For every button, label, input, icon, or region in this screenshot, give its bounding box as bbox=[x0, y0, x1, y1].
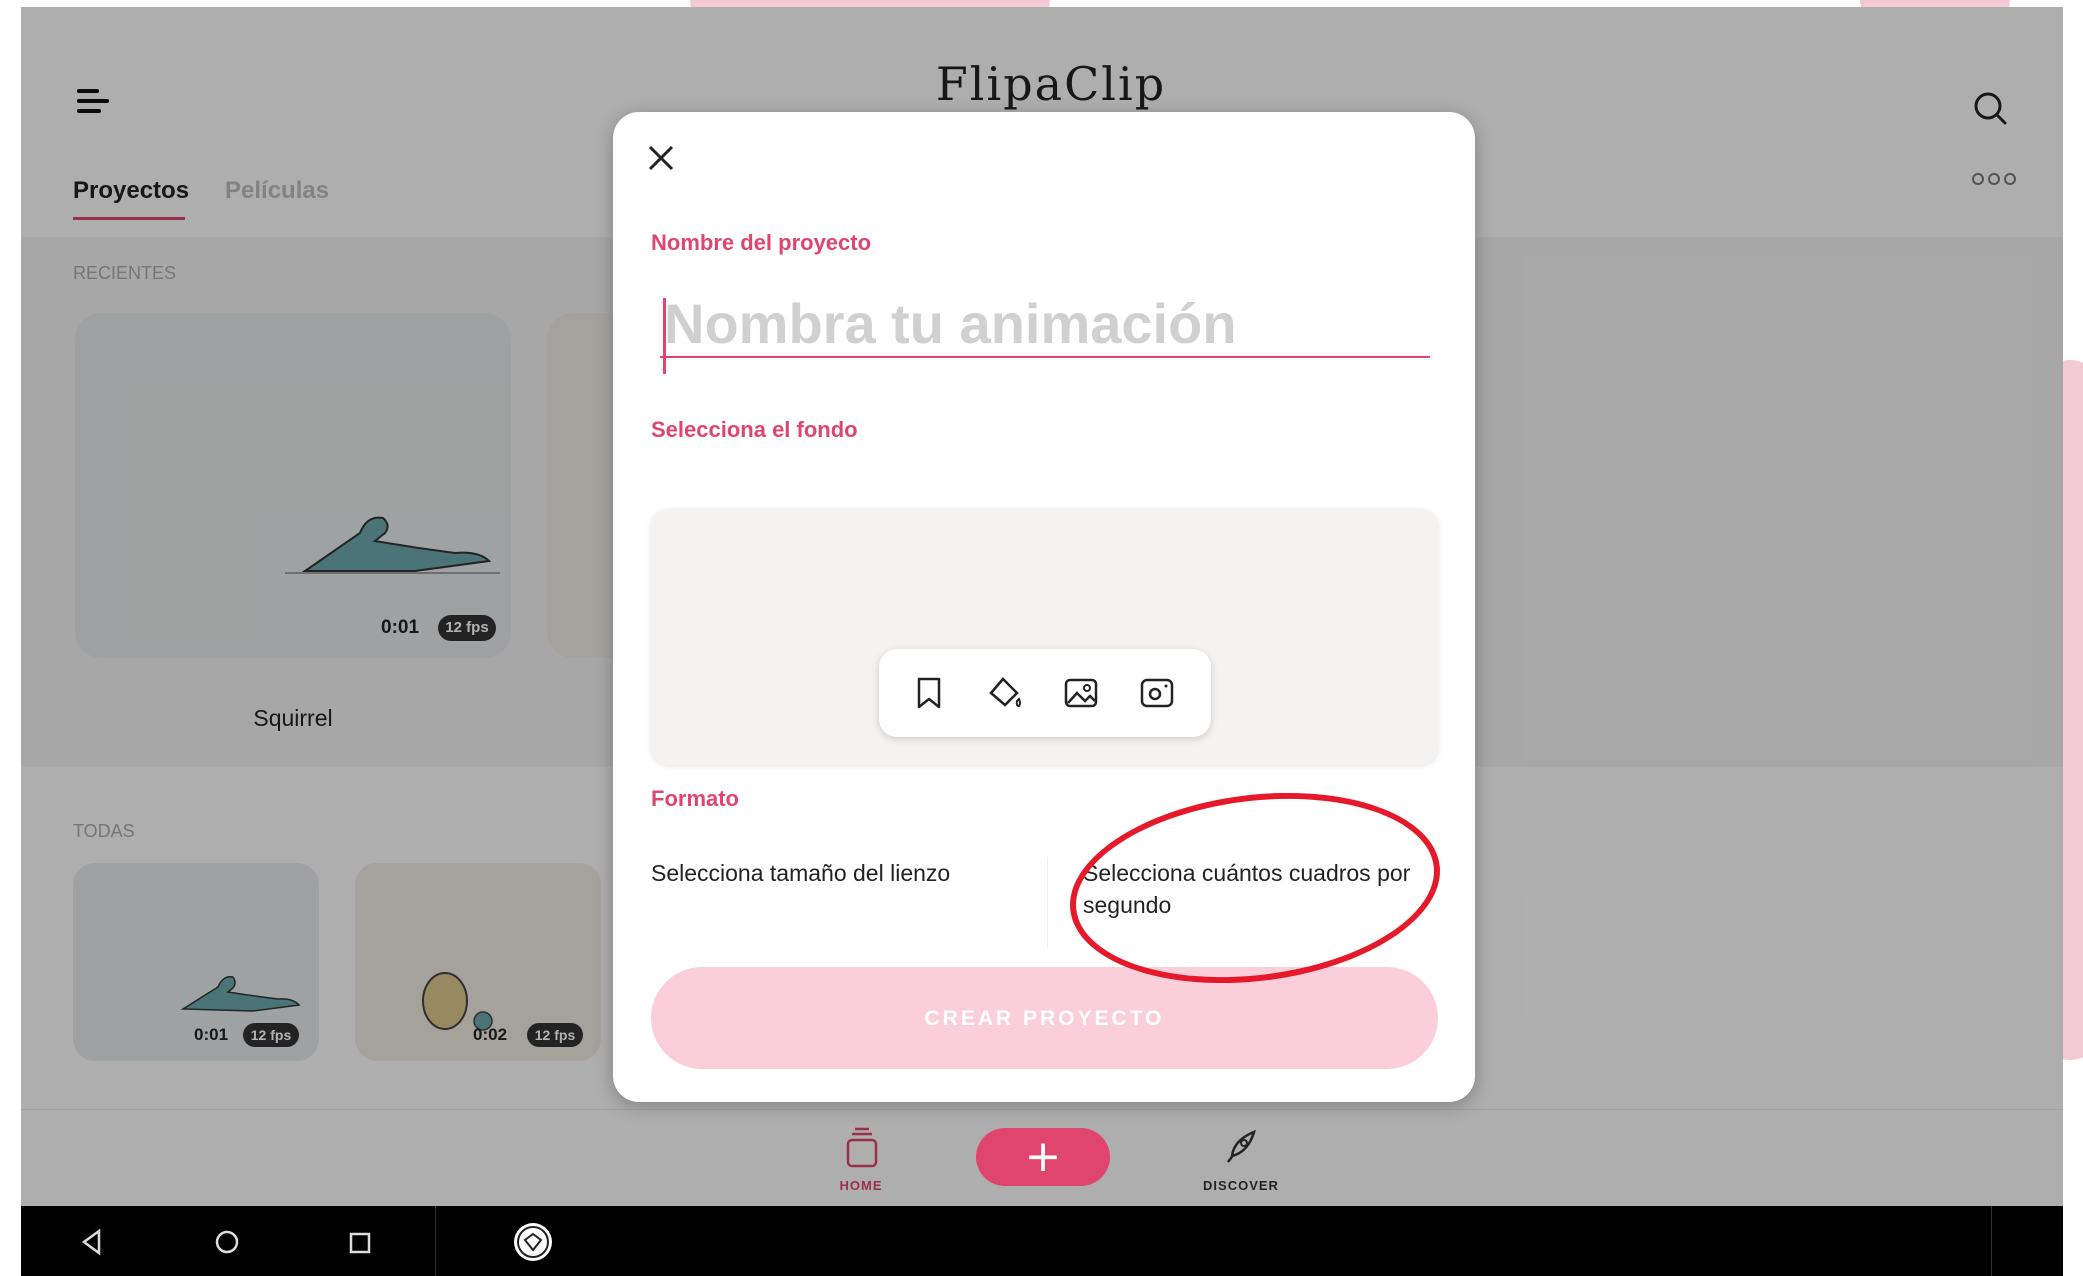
camera-icon[interactable] bbox=[1135, 671, 1179, 715]
create-project-button[interactable]: CREAR PROYECTO bbox=[651, 967, 1438, 1069]
bar-divider bbox=[1991, 1206, 1992, 1276]
app-shortcut-icon[interactable] bbox=[511, 1220, 555, 1264]
project-name-label: Nombre del proyecto bbox=[651, 230, 872, 255]
text-caret bbox=[663, 298, 666, 374]
home-circle-icon[interactable] bbox=[213, 1228, 241, 1256]
image-icon[interactable] bbox=[1059, 671, 1103, 715]
background-label: Selecciona el fondo bbox=[651, 417, 858, 442]
background-toolbar bbox=[879, 649, 1211, 737]
back-icon[interactable] bbox=[79, 1228, 105, 1256]
bookmark-icon[interactable] bbox=[907, 671, 951, 715]
close-icon[interactable] bbox=[645, 142, 677, 174]
bar-divider bbox=[435, 1206, 436, 1276]
format-label: Formato bbox=[651, 786, 739, 811]
add-project-button[interactable]: + bbox=[976, 1128, 1110, 1186]
project-name-input[interactable] bbox=[660, 290, 1430, 358]
canvas-size-selector[interactable]: Selecciona tamaño del lienzo bbox=[651, 857, 951, 889]
recents-square-icon[interactable] bbox=[347, 1230, 373, 1256]
format-divider bbox=[1047, 857, 1048, 947]
paint-bucket-icon[interactable] bbox=[983, 671, 1027, 715]
background-preview[interactable] bbox=[651, 509, 1438, 765]
app-screen: FlipaClip Proyectos Películas RECIENTES … bbox=[21, 7, 2063, 1276]
android-system-bar bbox=[21, 1206, 2063, 1276]
